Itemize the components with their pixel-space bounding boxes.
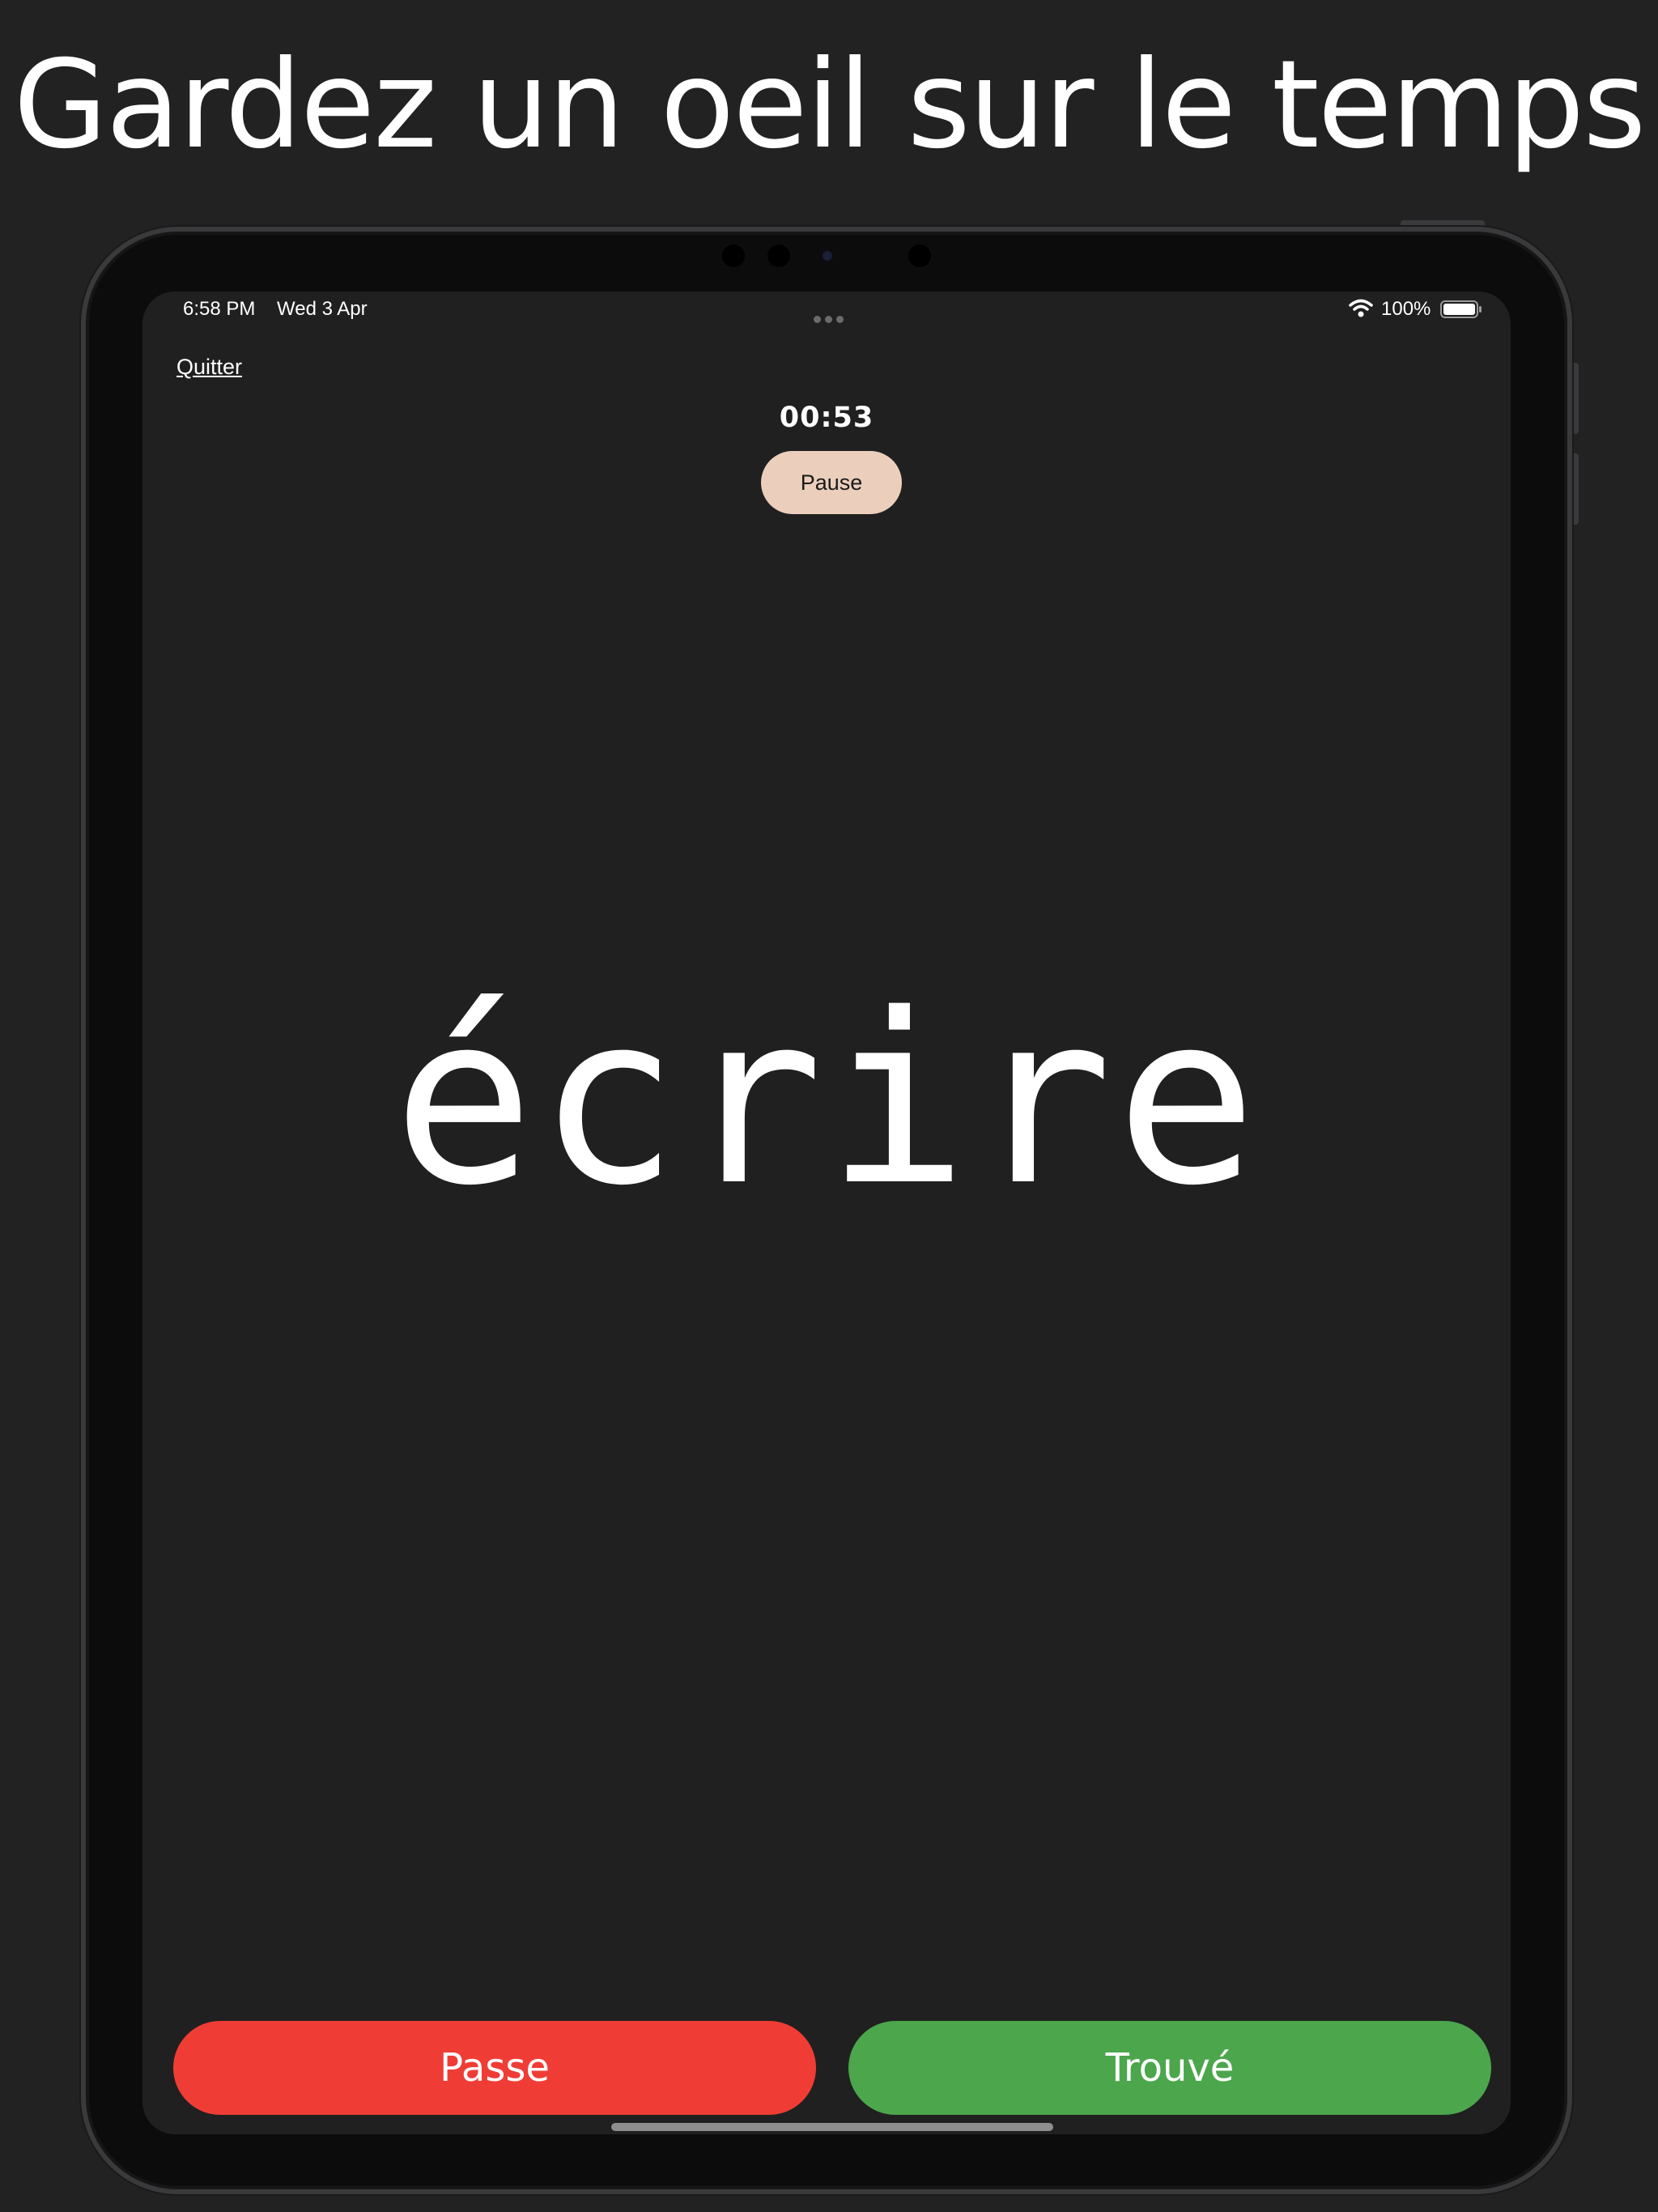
current-word: écrire [393, 964, 1261, 1237]
front-camera-sensor [767, 245, 790, 267]
found-button[interactable]: Trouvé [848, 2021, 1491, 2115]
app-screen: 6:58 PM Wed 3 Apr 100% Quitter 00:53 Pau… [142, 291, 1511, 2134]
status-time: 6:58 PM [183, 298, 256, 320]
battery-icon [1440, 300, 1482, 318]
quit-button[interactable]: Quitter [176, 355, 242, 380]
status-bar: 6:58 PM Wed 3 Apr 100% [142, 291, 1511, 330]
pause-button[interactable]: Pause [761, 451, 902, 514]
wifi-icon [1349, 299, 1373, 317]
home-indicator[interactable] [611, 2123, 1053, 2131]
front-camera-lens [823, 251, 832, 261]
multitask-ellipsis-icon[interactable] [814, 306, 849, 323]
countdown-timer: 00:53 [779, 402, 874, 434]
promo-headline: Gardez un oeil sur le temps [13, 35, 1647, 176]
front-camera-sensor [908, 245, 931, 267]
status-date: Wed 3 Apr [277, 298, 368, 320]
pass-button[interactable]: Passe [173, 2021, 816, 2115]
battery-percentage: 100% [1381, 298, 1431, 320]
front-camera-sensor [722, 245, 745, 267]
